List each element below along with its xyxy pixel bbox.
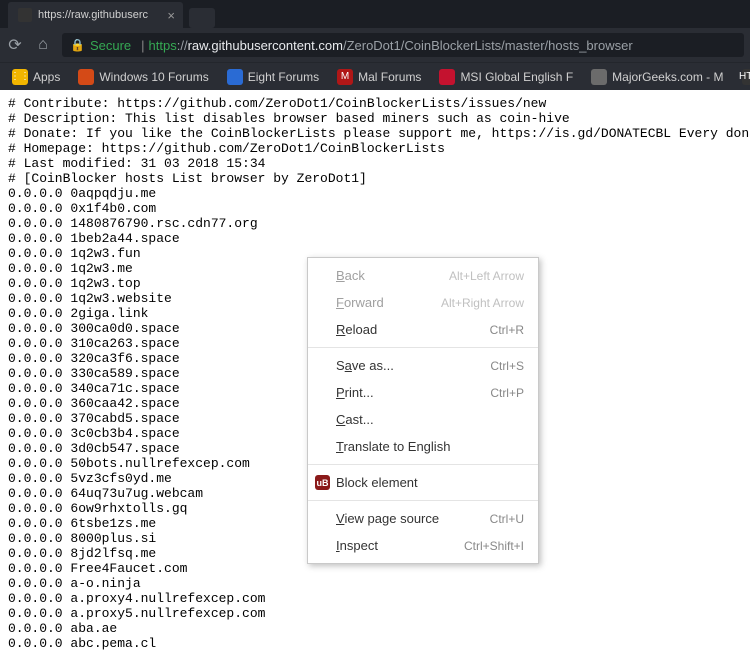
bookmark-icon	[78, 69, 94, 85]
close-icon[interactable]: ×	[167, 9, 175, 22]
context-menu-shortcut: Alt+Left Arrow	[449, 269, 524, 283]
context-menu-label: Translate to English	[336, 439, 524, 454]
context-menu-label: Save as...	[336, 358, 490, 373]
bookmark-item[interactable]: M Mal Forums	[331, 67, 427, 87]
url-scheme: https	[149, 38, 177, 53]
context-menu-separator	[308, 500, 538, 501]
context-menu-item[interactable]: InspectCtrl+Shift+I	[308, 532, 538, 559]
address-bar[interactable]: 🔒 Secure | https :// raw.githubuserconte…	[62, 33, 744, 57]
bookmark-icon	[591, 69, 607, 85]
bookmark-label: Windows 10 Forums	[99, 70, 208, 84]
context-menu-shortcut: Alt+Right Arrow	[441, 296, 524, 310]
context-menu-label: Forward	[336, 295, 441, 310]
context-menu-item[interactable]: Cast...	[308, 406, 538, 433]
bookmark-label: Mal Forums	[358, 70, 421, 84]
bookmark-item[interactable]: Eight Forums	[221, 67, 325, 87]
context-menu-item[interactable]: Save as...Ctrl+S	[308, 352, 538, 379]
context-menu-label: Print...	[336, 385, 490, 400]
context-menu-label: View page source	[336, 511, 490, 526]
url-host: raw.githubusercontent.com	[188, 38, 343, 53]
context-menu-shortcut: Ctrl+U	[490, 512, 524, 526]
secure-label: Secure	[90, 38, 131, 53]
context-menu: BackAlt+Left ArrowForwardAlt+Right Arrow…	[307, 257, 539, 564]
browser-tab[interactable]: https://raw.githubuserc ×	[8, 2, 183, 28]
bookmark-label: MSI Global English F	[460, 70, 573, 84]
context-menu-separator	[308, 464, 538, 465]
bookmark-label: MajorGeeks.com - M	[612, 70, 723, 84]
context-menu-label: Back	[336, 268, 449, 283]
tab-bar: https://raw.githubuserc ×	[0, 0, 750, 28]
context-menu-item: BackAlt+Left Arrow	[308, 262, 538, 289]
context-menu-shortcut: Ctrl+Shift+I	[464, 539, 524, 553]
bookmark-icon	[439, 69, 455, 85]
bookmark-icon: ⋮⋮	[12, 69, 28, 85]
new-tab-button[interactable]	[189, 8, 215, 28]
bookmark-item[interactable]: ⋮⋮ Apps	[6, 67, 66, 87]
toolbar: ⟳ ⌂ 🔒 Secure | https :// raw.githubuserc…	[0, 28, 750, 62]
context-menu-item[interactable]: uB Block element	[308, 469, 538, 496]
context-menu-label: Reload	[336, 322, 490, 337]
bookmark-item[interactable]: MSI Global English F	[433, 67, 579, 87]
url-host-pre: ://	[177, 38, 188, 53]
bookmark-item[interactable]: MajorGeeks.com - M	[585, 67, 729, 87]
bookmark-label: Apps	[33, 70, 60, 84]
lock-icon: 🔒	[70, 38, 85, 52]
bookmark-item[interactable]: Windows 10 Forums	[72, 67, 214, 87]
bookmark-icon	[227, 69, 243, 85]
ublock-icon: uB	[315, 475, 330, 490]
context-menu-shortcut: Ctrl+P	[490, 386, 524, 400]
tab-title: https://raw.githubuserc	[38, 9, 161, 21]
context-menu-separator	[308, 347, 538, 348]
url-separator: |	[141, 38, 144, 53]
tab-favicon	[18, 8, 32, 22]
url-path: /ZeroDot1/CoinBlockerLists/master/hosts_…	[343, 38, 633, 53]
bookmark-icon: HTG	[742, 69, 750, 85]
context-menu-label: Inspect	[336, 538, 464, 553]
bookmarks-bar: ⋮⋮ Apps Windows 10 Forums Eight Forums M Mal …	[0, 62, 750, 90]
bookmark-item[interactable]: HTGHow-To	[736, 67, 750, 87]
context-menu-label: Block element	[336, 475, 524, 490]
context-menu-shortcut: Ctrl+R	[490, 323, 524, 337]
context-menu-item[interactable]: ReloadCtrl+R	[308, 316, 538, 343]
bookmark-icon: M	[337, 69, 353, 85]
context-menu-item[interactable]: Translate to English	[308, 433, 538, 460]
context-menu-shortcut: Ctrl+S	[490, 359, 524, 373]
home-icon[interactable]: ⌂	[34, 36, 52, 54]
bookmark-label: Eight Forums	[248, 70, 319, 84]
reload-icon[interactable]: ⟳	[6, 35, 24, 55]
context-menu-item[interactable]: View page sourceCtrl+U	[308, 505, 538, 532]
context-menu-item: ForwardAlt+Right Arrow	[308, 289, 538, 316]
context-menu-item[interactable]: Print...Ctrl+P	[308, 379, 538, 406]
context-menu-label: Cast...	[336, 412, 524, 427]
